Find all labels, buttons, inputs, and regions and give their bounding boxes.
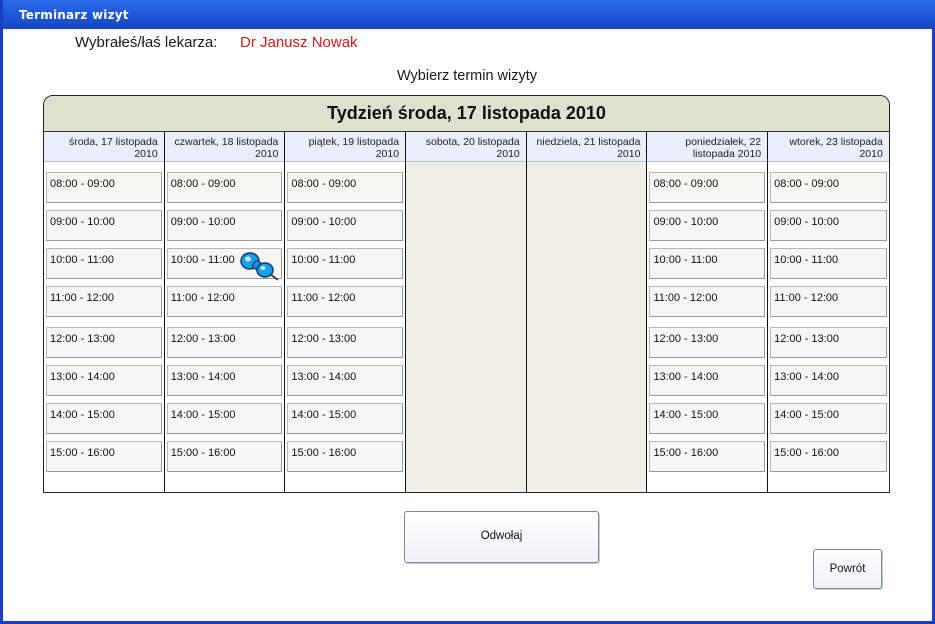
time-slot[interactable]: 14:00 - 15:00 bbox=[770, 403, 887, 434]
day-column: poniedziałek, 22 listopada 2010 08:00 - 0… bbox=[647, 132, 769, 492]
day-columns: środa, 17 listopada 2010 08:00 - 09:00 09:… bbox=[44, 132, 889, 492]
day-header: sobota, 20 listopada 2010 bbox=[406, 132, 526, 162]
time-slot[interactable]: 13:00 - 14:00 bbox=[166, 365, 283, 396]
day-body: 08:00 - 09:00 09:00 - 10:00 10:00 - 11:00 1… bbox=[647, 162, 767, 492]
day-body: 08:00 - 09:00 09:00 - 10:00 10:00 - 11:00 1… bbox=[285, 162, 405, 492]
cancel-button[interactable]: Odwołaj bbox=[404, 511, 599, 563]
doctor-label: Wybrałeś/łaś lekarza: bbox=[75, 34, 218, 51]
time-slot[interactable]: 10:00 - 11:00 bbox=[46, 248, 162, 279]
time-slot[interactable]: 10:00 - 11:00 bbox=[649, 248, 766, 279]
time-slot[interactable]: 09:00 - 10:00 bbox=[287, 210, 404, 241]
time-slot[interactable]: 08:00 - 09:00 bbox=[287, 172, 404, 203]
day-column: sobota, 20 listopada 2010 bbox=[406, 132, 527, 492]
day-header: niedziela, 21 listopada 2010 bbox=[526, 132, 647, 162]
time-slot[interactable]: 15:00 - 16:00 bbox=[287, 441, 404, 472]
day-column: czwartek, 18 listopada 2010 08:00 - 09:00… bbox=[164, 132, 286, 492]
day-body: 08:00 - 09:00 09:00 - 10:00 10:00 - 11:00 1… bbox=[165, 162, 285, 492]
time-slot[interactable]: 15:00 - 16:00 bbox=[770, 441, 887, 472]
day-header: środa, 17 listopada 2010 bbox=[44, 132, 164, 162]
app-window: Terminarz wizyt Wybrałeś/łaś lekarza: Dr… bbox=[0, 0, 935, 624]
time-slot[interactable]: 13:00 - 14:00 bbox=[649, 365, 766, 396]
time-slot[interactable]: 11:00 - 12:00 bbox=[287, 286, 404, 317]
time-slot[interactable]: 12:00 - 13:00 bbox=[46, 327, 162, 358]
time-slot[interactable]: 14:00 - 15:00 bbox=[46, 403, 162, 434]
day-header: czwartek, 18 listopada 2010 bbox=[164, 132, 285, 162]
day-body bbox=[406, 162, 526, 492]
time-slot[interactable]: 13:00 - 14:00 bbox=[46, 365, 162, 396]
day-column: piątek, 19 listopada 2010 08:00 - 09:00 09… bbox=[285, 132, 407, 492]
back-button[interactable]: Powrót bbox=[813, 549, 882, 589]
window-titlebar: Terminarz wizyt bbox=[3, 0, 935, 29]
day-header: poniedziałek, 22 listopada 2010 bbox=[647, 132, 768, 162]
time-slot[interactable]: 14:00 - 15:00 bbox=[287, 403, 404, 434]
week-title: Tydzień środa, 17 listopada 2010 bbox=[44, 96, 889, 132]
time-slot[interactable]: 08:00 - 09:00 bbox=[46, 172, 162, 203]
time-slot[interactable]: 15:00 - 16:00 bbox=[166, 441, 283, 472]
day-column: wtorek, 23 listopada 2010 08:00 - 09:00 09… bbox=[768, 132, 889, 492]
time-slot[interactable]: 12:00 - 13:00 bbox=[287, 327, 404, 358]
time-slot[interactable]: 11:00 - 12:00 bbox=[46, 286, 162, 317]
day-body: 08:00 - 09:00 09:00 - 10:00 10:00 - 11:00 1… bbox=[44, 162, 164, 492]
time-slot[interactable]: 11:00 - 12:00 bbox=[649, 286, 766, 317]
time-slot[interactable]: 09:00 - 10:00 bbox=[166, 210, 283, 241]
day-header: piątek, 19 listopada 2010 bbox=[285, 132, 406, 162]
time-slot[interactable]: 08:00 - 09:00 bbox=[166, 172, 283, 203]
page-subtitle: Wybierz termin wizyty bbox=[396, 68, 538, 84]
time-slot[interactable]: 12:00 - 13:00 bbox=[649, 327, 766, 358]
time-slot[interactable]: 14:00 - 15:00 bbox=[166, 403, 283, 434]
time-slot[interactable]: 10:00 - 11:00 bbox=[770, 248, 887, 279]
day-column: niedziela, 21 listopada 2010 bbox=[526, 132, 648, 492]
time-slot[interactable]: 11:00 - 12:00 bbox=[770, 286, 887, 317]
time-slot[interactable]: 08:00 - 09:00 bbox=[770, 172, 887, 203]
week-calendar: Tydzień środa, 17 listopada 2010 środa, … bbox=[43, 95, 890, 493]
day-header: wtorek, 23 listopada 2010 bbox=[768, 132, 889, 162]
time-slot[interactable]: 09:00 - 10:00 bbox=[770, 210, 887, 241]
time-slot[interactable]: 15:00 - 16:00 bbox=[46, 441, 162, 472]
time-slot[interactable]: 08:00 - 09:00 bbox=[649, 172, 766, 203]
time-slot[interactable]: 09:00 - 10:00 bbox=[649, 210, 766, 241]
day-column: środa, 17 listopada 2010 08:00 - 09:00 09:… bbox=[44, 132, 165, 492]
time-slot[interactable]: 12:00 - 13:00 bbox=[166, 327, 283, 358]
time-slot[interactable]: 09:00 - 10:00 bbox=[46, 210, 162, 241]
time-slot[interactable]: 12:00 - 13:00 bbox=[770, 327, 887, 358]
day-body bbox=[526, 162, 647, 492]
time-slot[interactable]: 13:00 - 14:00 bbox=[287, 365, 404, 396]
time-slot[interactable]: 14:00 - 15:00 bbox=[649, 403, 766, 434]
day-body: 08:00 - 09:00 09:00 - 10:00 10:00 - 11:00 1… bbox=[768, 162, 889, 492]
time-slot[interactable]: 15:00 - 16:00 bbox=[649, 441, 766, 472]
time-slot[interactable]: 13:00 - 14:00 bbox=[770, 365, 887, 396]
doctor-name: Dr Janusz Nowak bbox=[240, 34, 358, 51]
time-slot[interactable]: 10:00 - 11:00 bbox=[287, 248, 404, 279]
pushpin-icon bbox=[240, 252, 279, 281]
time-slot[interactable]: 11:00 - 12:00 bbox=[166, 286, 283, 317]
